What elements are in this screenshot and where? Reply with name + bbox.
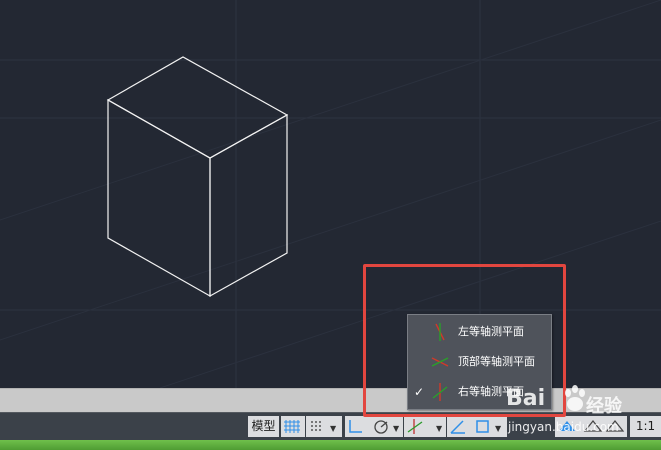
snap-dropdown-arrow: ▼	[330, 424, 337, 433]
paw-icon	[565, 385, 585, 411]
isometric-box[interactable]	[106, 56, 289, 298]
object-snap-icons[interactable]: ▼	[447, 416, 507, 437]
box-right-face	[209, 113, 288, 298]
svg-text:▼: ▼	[393, 424, 400, 433]
svg-text:▼: ▼	[436, 424, 443, 433]
snap-mode-icon[interactable]: ▼	[306, 416, 342, 437]
ortho-polar-icons[interactable]: ▼	[345, 416, 403, 437]
grid-display-icon[interactable]	[281, 416, 305, 437]
box-top-face	[106, 56, 289, 159]
isoplane-icon[interactable]: ▼	[404, 416, 446, 437]
model-label: 模型	[251, 419, 276, 433]
watermark-url: jingyan.baidu.com	[508, 420, 619, 434]
watermark-suffix: 经验	[586, 396, 622, 417]
watermark: Bai 经验 jingyan.baidu.com	[500, 382, 660, 444]
box-left-face	[107, 98, 211, 298]
model-space-button[interactable]: 模型	[248, 416, 279, 437]
watermark-brand: Bai	[506, 386, 546, 411]
